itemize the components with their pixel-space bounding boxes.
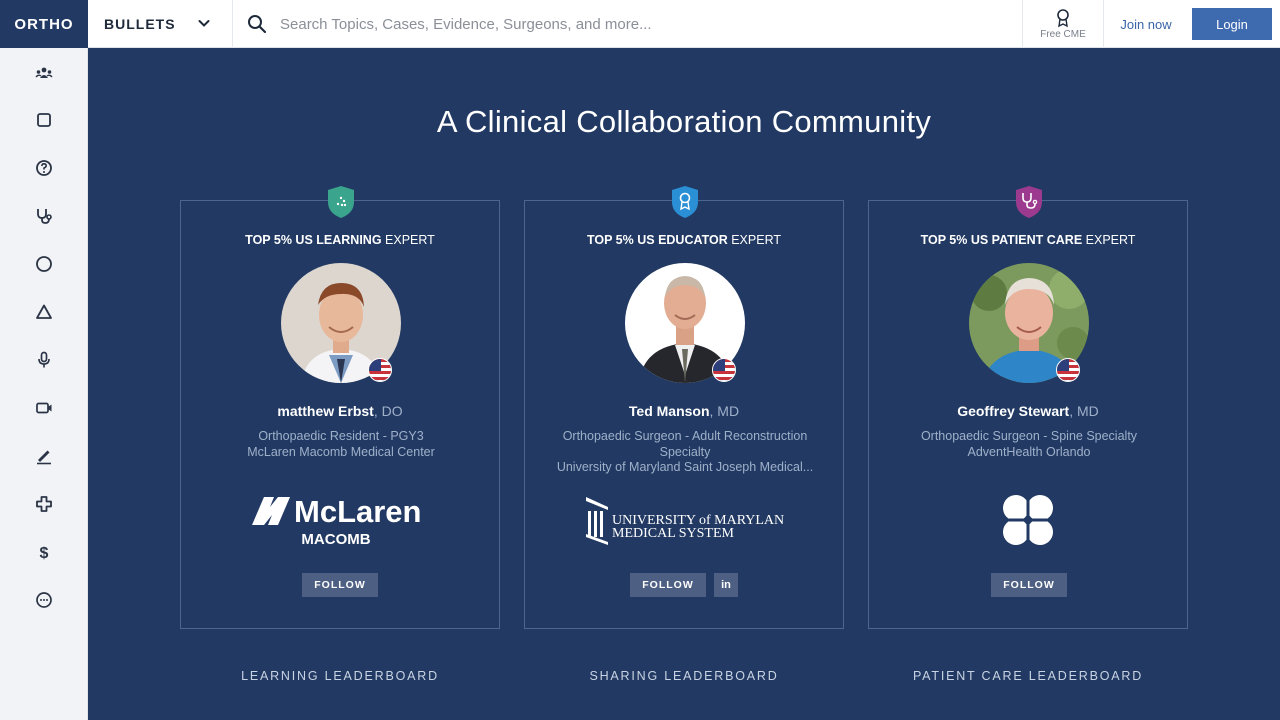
follow-button[interactable]: FOLLOW: [302, 573, 378, 597]
expert-role: Orthopaedic Surgeon - Adult Reconstructi…: [556, 429, 814, 474]
chevron-down-icon: [198, 20, 210, 27]
expert-name[interactable]: Ted Manson, MD: [525, 403, 843, 419]
expert-card: TOP 5% US EDUCATOR EXPERT Ted Manson, MD…: [524, 186, 844, 629]
expert-title: TOP 5% US EDUCATOR EXPERT: [586, 233, 782, 247]
follow-button[interactable]: FOLLOW: [991, 573, 1067, 597]
free-cme-label: Free CME: [1040, 29, 1086, 40]
award-ribbon-icon: [1057, 9, 1069, 28]
patient-care-shield-badge-icon: [1016, 186, 1042, 218]
expert-name[interactable]: Geoffrey Stewart, MD: [869, 403, 1187, 419]
institution-logo: [869, 491, 1187, 549]
adventhealth-logo-icon: [1003, 495, 1053, 545]
follow-button[interactable]: FOLLOW: [630, 573, 706, 597]
learning-shield-badge-icon: [328, 186, 354, 218]
topics-square-icon: [37, 113, 51, 127]
us-flag-icon: [712, 358, 736, 382]
search-bar: [233, 0, 1023, 48]
us-flag-icon: [1056, 358, 1080, 382]
sidebar-item-circle[interactable]: [28, 248, 60, 280]
sidebar-item-cases[interactable]: [28, 200, 60, 232]
microphone-icon: [38, 351, 50, 368]
learning-leaderboard-link[interactable]: LEARNING LEADERBOARD: [180, 669, 500, 683]
chat-bubble-icon: [36, 592, 52, 608]
top-navigation-bar: ORTHO BULLETS Free CME Join now Login: [0, 0, 1280, 48]
pen-icon: [37, 450, 51, 465]
sidebar: $: [0, 48, 88, 720]
svg-text:McLaren: McLaren: [294, 494, 421, 529]
expert-role: Orthopaedic Resident - PGY3 McLaren Maco…: [247, 429, 435, 459]
expert-card: TOP 5% US PATIENT CARE EXPERT Geoffrey S…: [868, 186, 1188, 629]
cross-plus-icon: [36, 496, 52, 512]
institution-logo: McLaren MACOMB: [181, 491, 499, 549]
sidebar-item-topics[interactable]: [28, 104, 60, 136]
sidebar-item-techniques[interactable]: [28, 440, 60, 472]
stethoscope-icon: [37, 209, 52, 224]
product-selector-label: BULLETS: [104, 16, 176, 32]
linkedin-icon[interactable]: in: [714, 573, 738, 597]
svg-text:MACOMB: MACOMB: [301, 531, 370, 548]
circle-icon: [36, 256, 52, 272]
site-logo[interactable]: ORTHO: [0, 0, 88, 48]
expert-title: TOP 5% US LEARNING EXPERT: [245, 233, 435, 247]
expert-name[interactable]: matthew Erbst, DO: [181, 403, 499, 419]
join-now-link[interactable]: Join now: [1108, 9, 1184, 39]
expert-role: Orthopaedic Surgeon - Spine Specialty Ad…: [920, 429, 1138, 459]
login-button[interactable]: Login: [1192, 8, 1272, 40]
sidebar-item-triangle[interactable]: [28, 296, 60, 328]
page-headline: A Clinical Collaboration Community: [436, 104, 932, 139]
svg-text:MEDICAL SYSTEM: MEDICAL SYSTEM: [612, 526, 735, 541]
sidebar-item-medical[interactable]: [28, 488, 60, 520]
free-cme-button[interactable]: Free CME: [1022, 0, 1104, 48]
svg-text:$: $: [40, 545, 49, 561]
help-question-icon: [36, 160, 52, 176]
sidebar-item-podcasts[interactable]: [28, 344, 60, 376]
search-input[interactable]: [280, 12, 1000, 36]
search-icon[interactable]: [247, 14, 267, 34]
triangle-icon: [36, 304, 52, 319]
us-flag-icon: [368, 358, 392, 382]
sidebar-item-questions[interactable]: [28, 152, 60, 184]
dollar-icon: $: [40, 545, 49, 561]
educator-shield-badge-icon: [672, 186, 698, 218]
institution-logo: UNIVERSITY of MARYLAND MEDICAL SYSTEM: [525, 493, 843, 547]
sidebar-item-videos[interactable]: [28, 392, 60, 424]
video-camera-icon: [36, 402, 52, 414]
sidebar-item-coding[interactable]: $: [28, 536, 60, 568]
expert-title: TOP 5% US PATIENT CARE EXPERT: [920, 233, 1136, 247]
patient-care-leaderboard-link[interactable]: PATIENT CARE LEADERBOARD: [868, 669, 1188, 683]
sidebar-item-more[interactable]: [28, 584, 60, 616]
product-selector[interactable]: BULLETS: [88, 0, 233, 48]
community-icon: [35, 67, 53, 78]
expert-card: TOP 5% US LEARNING EXPERT matthew Erbst,…: [180, 186, 500, 629]
sharing-leaderboard-link[interactable]: SHARING LEADERBOARD: [524, 669, 844, 683]
sidebar-item-community[interactable]: [28, 57, 60, 89]
